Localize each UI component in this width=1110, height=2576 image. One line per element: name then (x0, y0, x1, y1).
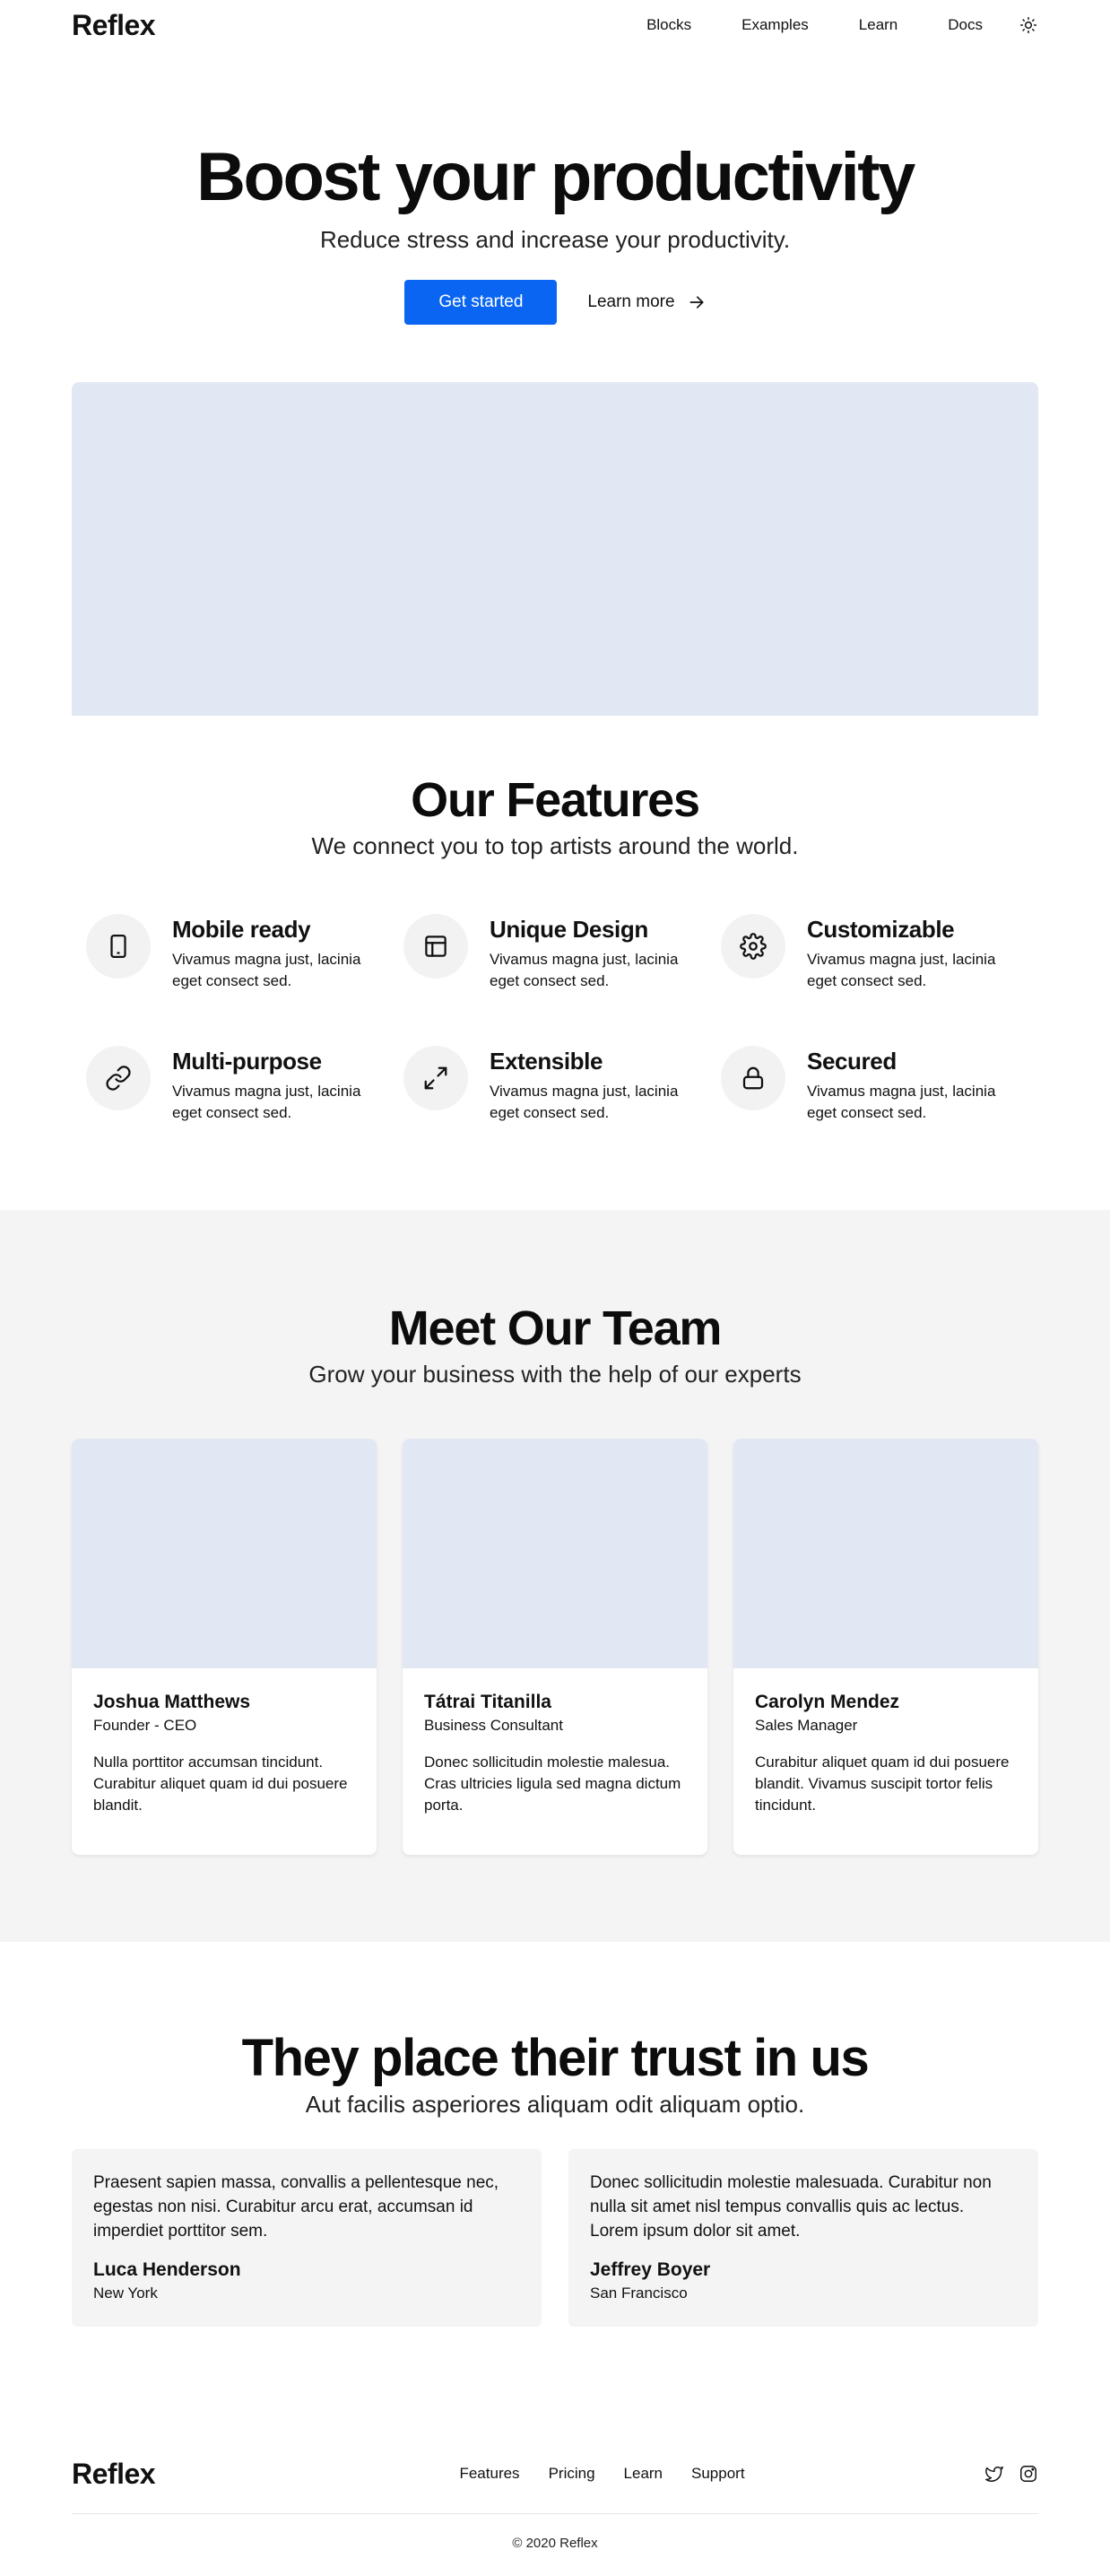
feature-title: Mobile ready (172, 916, 311, 943)
get-started-button[interactable]: Get started (404, 280, 558, 325)
team-member-role: Business Consultant (424, 1717, 563, 1734)
team-member-role: Founder - CEO (93, 1717, 197, 1734)
team-member-name: Joshua Matthews (93, 1692, 251, 1712)
logo[interactable]: Reflex (72, 9, 156, 42)
footer-link-learn[interactable]: Learn (624, 2465, 663, 2483)
team-member-bio: Nulla porttitor accumsan tincidunt. Cura… (93, 1754, 348, 1814)
feature-title: Multi-purpose (172, 1048, 322, 1075)
feature-item: Customizable Vivamus magna just, lacinia… (721, 914, 1038, 992)
footer-links: Features Pricing Learn Support (459, 2465, 773, 2483)
feature-item: Multi-purpose Vivamus magna just, lacini… (86, 1046, 403, 1124)
features-subtitle: We connect you to top artists around the… (311, 832, 799, 859)
feature-title: Unique Design (490, 916, 648, 943)
feature-item: Extensible Vivamus magna just, lacinia e… (403, 1046, 721, 1124)
feature-title: Customizable (807, 916, 955, 943)
expand-icon (403, 1046, 468, 1110)
feature-title: Extensible (490, 1048, 603, 1075)
nav-link-blocks[interactable]: Blocks (646, 16, 691, 34)
nav-link-examples[interactable]: Examples (741, 16, 809, 34)
testimonial-author: Jeffrey Boyer (590, 2259, 711, 2280)
gear-icon (721, 914, 785, 979)
testimonial-text: Donec sollicitudin molestie malesuada. C… (590, 2173, 992, 2241)
top-nav: Reflex Blocks Examples Learn Docs (72, 0, 1038, 50)
nav-link-learn[interactable]: Learn (859, 16, 898, 34)
nav-link-docs[interactable]: Docs (948, 16, 983, 34)
instagram-icon[interactable] (1019, 2464, 1038, 2484)
team-title: Meet Our Team (388, 1301, 723, 1355)
hero-image-placeholder (72, 382, 1038, 716)
learn-more-label: Learn more (587, 292, 675, 311)
team-member-bio: Donec sollicitudin molestie malesua. Cra… (424, 1754, 681, 1814)
testimonial-author: Luca Henderson (93, 2259, 241, 2280)
testimonial-card: Praesent sapien massa, convallis a pelle… (72, 2149, 542, 2327)
team-photo-placeholder (72, 1439, 377, 1668)
testimonials-title: They place their trust in us (241, 2029, 870, 2087)
testimonial-city: San Francisco (590, 2284, 688, 2302)
features-title: Our Features (411, 773, 700, 827)
team-photo-placeholder (403, 1439, 707, 1668)
testimonials-section: They place their trust in us Aut facilis… (72, 1942, 1038, 2327)
feature-title: Secured (807, 1048, 897, 1075)
hero: Boost your productivity Reduce stress an… (72, 50, 1038, 325)
testimonial-list: Praesent sapien massa, convallis a pelle… (72, 2149, 1038, 2327)
testimonials-subtitle: Aut facilis asperiores aliquam odit aliq… (305, 2091, 805, 2118)
feature-text: Vivamus magna just, lacinia eget consect… (807, 951, 996, 989)
footer: Reflex Features Pricing Learn Support © … (72, 2449, 1038, 2551)
lock-icon (721, 1046, 785, 1110)
footer-logo[interactable]: Reflex (72, 2458, 156, 2491)
copyright: © 2020 Reflex (512, 2536, 598, 2551)
team-member-name: Tátrai Titanilla (424, 1692, 551, 1712)
features-grid: Mobile ready Vivamus magna just, lacinia… (72, 914, 1038, 1124)
features-section: Our Features We connect you to top artis… (72, 716, 1038, 1124)
feature-item: Mobile ready Vivamus magna just, lacinia… (86, 914, 403, 992)
arrow-right-icon (689, 296, 704, 309)
feature-text: Vivamus magna just, lacinia eget consect… (172, 1083, 361, 1121)
feature-text: Vivamus magna just, lacinia eget consect… (490, 1083, 679, 1121)
team-card: Carolyn Mendez Sales Manager Curabitur a… (733, 1439, 1038, 1855)
hero-actions: Get started Learn more (72, 280, 1038, 325)
nav-links: Blocks Examples Learn Docs (646, 15, 1038, 35)
testimonial-city: New York (93, 2284, 158, 2302)
testimonial-text: Praesent sapien massa, convallis a pelle… (93, 2173, 499, 2241)
link-icon (86, 1046, 151, 1110)
feature-item: Unique Design Vivamus magna just, lacini… (403, 914, 721, 992)
testimonial-card: Donec sollicitudin molestie malesuada. C… (568, 2149, 1038, 2327)
team-subtitle: Grow your business with the help of our … (308, 1361, 802, 1388)
footer-link-features[interactable]: Features (459, 2465, 519, 2483)
hero-title: Boost your productivity (196, 139, 915, 215)
feature-text: Vivamus magna just, lacinia eget consect… (490, 951, 679, 989)
footer-link-pricing[interactable]: Pricing (549, 2465, 595, 2483)
tablet-icon (86, 914, 151, 979)
hero-subtitle: Reduce stress and increase your producti… (319, 226, 791, 253)
social-links (970, 2464, 1038, 2484)
team-photo-placeholder (733, 1439, 1038, 1668)
sun-icon[interactable] (1019, 15, 1038, 35)
team-grid: Joshua Matthews Founder - CEO Nulla port… (72, 1439, 1038, 1855)
team-member-name: Carolyn Mendez (755, 1692, 900, 1712)
feature-text: Vivamus magna just, lacinia eget consect… (172, 951, 361, 989)
twitter-icon[interactable] (984, 2464, 1004, 2484)
team-section: Meet Our Team Grow your business with th… (0, 1210, 1110, 1942)
feature-item: Secured Vivamus magna just, lacinia eget… (721, 1046, 1038, 1124)
team-member-bio: Curabitur aliquet quam id dui posuere bl… (755, 1754, 1010, 1814)
feature-text: Vivamus magna just, lacinia eget consect… (807, 1083, 996, 1121)
footer-link-support[interactable]: Support (691, 2465, 745, 2483)
team-card: Tátrai Titanilla Business Consultant Don… (403, 1439, 707, 1855)
learn-more-link[interactable]: Learn more (587, 292, 705, 312)
footer-divider (72, 2513, 1038, 2514)
team-member-role: Sales Manager (755, 1717, 858, 1734)
layout-icon (403, 914, 468, 979)
team-card: Joshua Matthews Founder - CEO Nulla port… (72, 1439, 377, 1855)
